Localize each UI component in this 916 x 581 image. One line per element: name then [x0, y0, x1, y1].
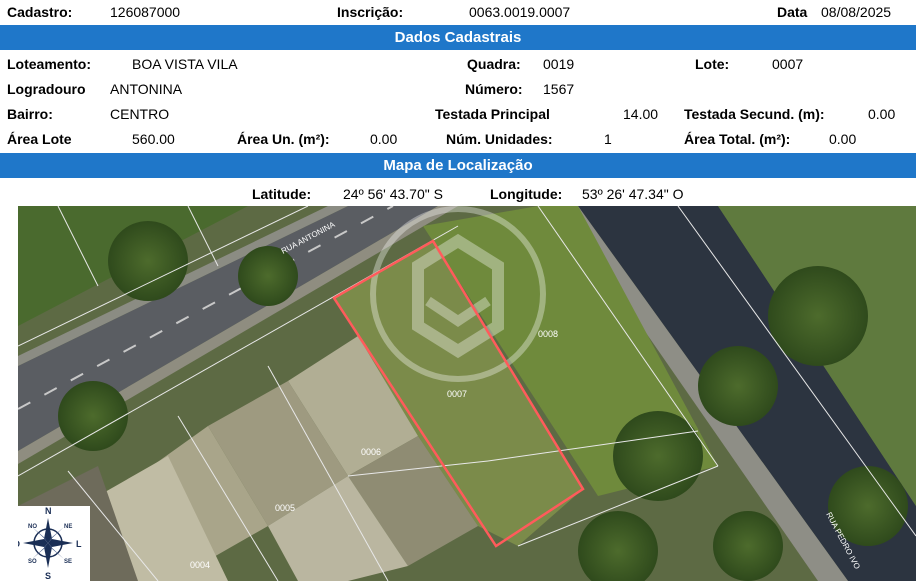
compass-n: N [45, 506, 52, 516]
inscricao-value: 0063.0019.0007 [469, 4, 571, 20]
testada-secund-value: 0.00 [868, 106, 896, 122]
numero-value: 1567 [543, 81, 575, 97]
lote-label: Lote: [695, 56, 730, 72]
compass-rose: N S O L NO NE SO SE [18, 506, 90, 581]
loteamento-label: Loteamento: [7, 56, 91, 72]
bairro-label: Bairro: [7, 106, 53, 122]
data-label: Data [777, 4, 808, 20]
compass-ne: NE [64, 524, 72, 530]
lot-label-0006: 0006 [361, 447, 381, 457]
latitude-label: Latitude: [252, 186, 312, 202]
compass-se: SE [64, 559, 72, 565]
compass-o: O [18, 539, 20, 549]
tree [58, 381, 128, 451]
compass-so: SO [28, 559, 37, 565]
area-un-label: Área Un. (m²): [237, 131, 330, 147]
num-unidades-value: 1 [604, 131, 612, 147]
numero-label: Número: [465, 81, 523, 97]
testada-principal-label: Testada Principal [435, 106, 550, 122]
dados-cadastrais-header: Dados Cadastrais [0, 25, 916, 50]
area-lote-label: Área Lote [7, 131, 72, 147]
quadra-label: Quadra: [467, 56, 521, 72]
inscricao-label: Inscrição: [337, 4, 404, 20]
lot-label-0008: 0008 [538, 329, 558, 339]
lot-label-0005: 0005 [275, 503, 295, 513]
quadra-value: 0019 [543, 56, 575, 72]
compass-l: L [76, 539, 82, 549]
longitude-label: Longitude: [490, 186, 563, 202]
compass-s: S [45, 571, 51, 581]
latitude-value: 24º 56' 43.70" S [343, 186, 443, 202]
lot-label-0004: 0004 [190, 560, 210, 570]
data-value: 08/08/2025 [821, 4, 892, 20]
lote-value: 0007 [772, 56, 804, 72]
testada-principal-value: 14.00 [623, 106, 659, 122]
cadastro-value: 126087000 [110, 4, 181, 20]
num-unidades-label: Núm. Unidades: [446, 131, 553, 147]
bairro-value: CENTRO [110, 106, 170, 122]
tree [238, 246, 298, 306]
loteamento-value: BOA VISTA VILA [132, 56, 238, 72]
longitude-value: 53º 26' 47.34" O [582, 186, 684, 202]
area-lote-value: 560.00 [132, 131, 175, 147]
aerial-map[interactable]: RUA ANTONINA RUA PEDRO IVO 0008 0007 000… [18, 206, 916, 581]
logradouro-value: ANTONINA [110, 81, 183, 97]
area-un-value: 0.00 [370, 131, 398, 147]
cadastro-label: Cadastro: [7, 4, 73, 20]
lot-label-0007: 0007 [447, 389, 467, 399]
testada-secund-label: Testada Secund. (m): [684, 106, 825, 122]
tree [698, 346, 778, 426]
compass-no: NO [28, 524, 37, 530]
mapa-localizacao-header: Mapa de Localização [0, 153, 916, 178]
tree [713, 511, 783, 581]
tree [108, 221, 188, 301]
area-total-value: 0.00 [829, 131, 857, 147]
logradouro-label: Logradouro [7, 81, 86, 97]
area-total-label: Área Total. (m²): [684, 131, 791, 147]
